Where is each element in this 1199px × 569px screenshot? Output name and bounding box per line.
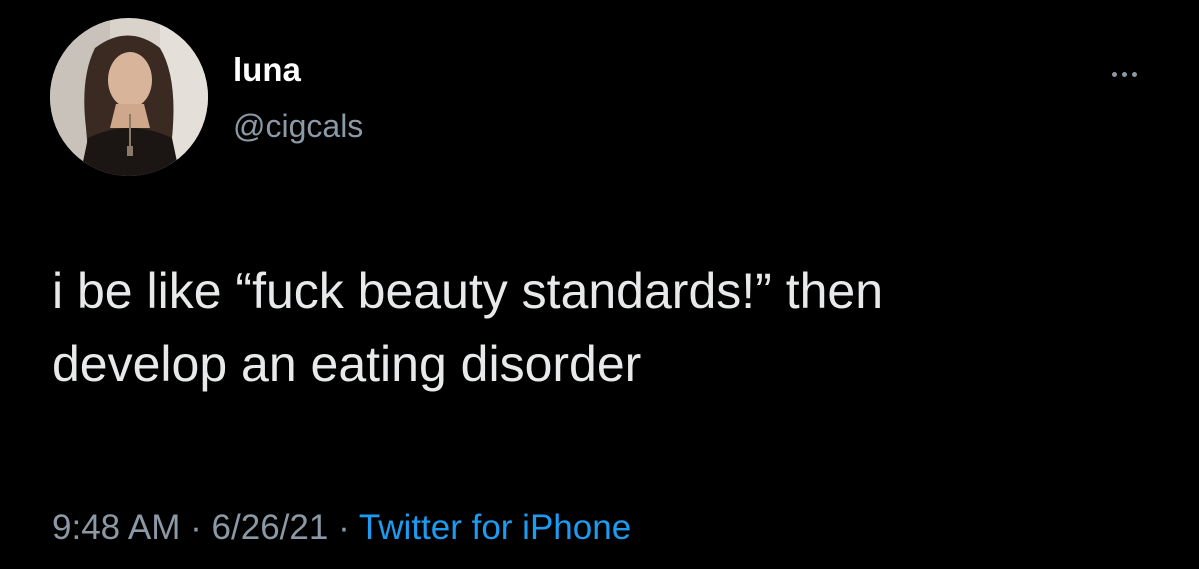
avatar[interactable] bbox=[50, 18, 208, 176]
tweet-source-link[interactable]: Twitter for iPhone bbox=[359, 508, 631, 547]
tweet-text-line: develop an eating disorder bbox=[52, 336, 642, 392]
more-horizontal-icon-dot bbox=[1121, 71, 1127, 77]
tweet-date[interactable]: 6/26/21 bbox=[212, 508, 329, 547]
avatar-photo bbox=[50, 18, 208, 176]
tweet-text: i be like “fuck beauty standards!” then … bbox=[52, 255, 1162, 401]
author-handle[interactable]: @cigcals bbox=[233, 106, 363, 146]
tweet-card: luna @cigcals i be like “fuck beauty sta… bbox=[0, 0, 1199, 569]
tweet-text-line: i be like “fuck beauty standards!” then bbox=[52, 263, 884, 319]
more-options-button[interactable] bbox=[1096, 60, 1152, 88]
more-horizontal-icon bbox=[1111, 71, 1117, 77]
tweet-metadata: 9:48 AM · 6/26/21 · Twitter for iPhone bbox=[52, 506, 631, 550]
meta-separator: · bbox=[338, 508, 350, 547]
more-horizontal-icon-dot bbox=[1131, 71, 1137, 77]
tweet-time[interactable]: 9:48 AM bbox=[52, 508, 180, 547]
meta-separator: · bbox=[190, 508, 202, 547]
author-display-name[interactable]: luna bbox=[233, 50, 301, 90]
